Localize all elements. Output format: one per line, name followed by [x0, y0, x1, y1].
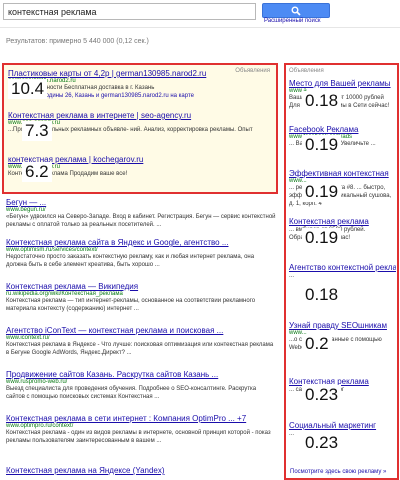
result-title-link[interactable]: Контекстная реклама — Википедия — [6, 282, 276, 291]
result-title-link[interactable]: Контекстная реклама сайта в Яндекс и Goo… — [6, 238, 276, 247]
result-item: Контекстная реклама — Википедия ru.wikip… — [6, 282, 276, 313]
right-ad-title-link[interactable]: Место для Вашей рекламы — [289, 79, 396, 88]
ad-score-badge: 0.19 — [302, 182, 342, 202]
right-ad-title-link[interactable]: Контекстная реклама — [289, 217, 396, 226]
result-title-link[interactable]: Продвижение сайтов Казань. Раскрутка сай… — [6, 370, 276, 379]
right-ad-title-link[interactable]: Узнай правду SEOшникам — [289, 321, 396, 330]
ad-score-badge: 0.19 — [302, 135, 342, 155]
result-snippet: Выезд специалиста для проведения обучени… — [6, 386, 257, 400]
result-item: Бегун — ... www.begun.ru/ «Бегун» удвоил… — [6, 198, 276, 229]
ad-score-badge: 7.3 — [22, 121, 52, 141]
right-ad-title-link[interactable]: Агентство контекстной рекламы — [289, 263, 396, 272]
result-item: Агентство iConText — контекстная реклама… — [6, 326, 276, 357]
result-title-link[interactable]: Контекстная реклама на Яндексе (Yandex) — [6, 466, 276, 475]
result-snippet: «Бегун» удвоился на Северо-Западе. Вход … — [6, 214, 276, 228]
search-icon — [291, 6, 301, 16]
search-input[interactable] — [3, 3, 256, 20]
right-ad-item: Агентство контекстной рекламы ... — [289, 263, 396, 280]
ad-score-badge: 0.2 — [302, 334, 332, 354]
ad-score-badge: 0.18 — [302, 91, 342, 111]
right-ads-block: Объявления Место для Вашей рекламы www.a… — [284, 63, 399, 480]
right-ads-label: Объявления — [289, 68, 324, 74]
ad-score-badge: 0.19 — [302, 228, 342, 248]
ad-snippet: ...любой сложности Бесплатная доставка в… — [8, 85, 155, 91]
ad-score-badge: 0.18 — [302, 285, 342, 305]
ad-score-badge: 10.4 — [8, 79, 48, 99]
result-title-link[interactable]: Бегун — ... — [6, 198, 276, 207]
result-title-link[interactable]: Контекстная реклама в сети интернет : Ко… — [6, 414, 276, 423]
top-ads-block: Объявления Пластиковые карты от 4,2р | g… — [2, 63, 278, 194]
result-item: Контекстная реклама на Яндексе (Yandex) — [6, 466, 276, 475]
right-ad-title-link[interactable]: Эффективная контекстная — [289, 169, 396, 178]
result-item: Контекстная реклама сайта в Яндекс и Goo… — [6, 238, 276, 269]
top-ad-item: Пластиковые карты от 4,2р | german130985… — [8, 69, 270, 99]
result-item: Контекстная реклама в сети интернет : Ко… — [6, 414, 276, 445]
result-snippet: Контекстная реклама - один из видов рекл… — [6, 430, 271, 444]
search-button[interactable] — [262, 3, 330, 18]
right-ad-snippet: ... — [289, 273, 295, 279]
ad-map-link[interactable]: ✚ Показать Родины 26, Казань и german130… — [8, 92, 270, 99]
ad-score-badge: 0.23 — [302, 433, 342, 453]
ad-title-link[interactable]: Пластиковые карты от 4,2р | german130985… — [8, 69, 270, 78]
result-snippet: Контекстная реклама — тип интернет-рекла… — [6, 298, 256, 312]
ad-title-link[interactable]: Контекстная реклама в интернете | seo-ag… — [8, 111, 270, 120]
header-divider — [0, 27, 400, 28]
right-ad-title-link[interactable]: Facebook Реклама — [289, 125, 396, 134]
right-ad-title-link[interactable]: Социальный маркетинг — [289, 421, 396, 430]
advanced-search-link[interactable]: Расширенный поиск — [264, 18, 321, 24]
ad-score-badge: 0.23 — [302, 385, 342, 405]
result-item: Продвижение сайтов Казань. Раскрутка сай… — [6, 370, 276, 401]
ad-score-badge: 6.2 — [22, 162, 52, 182]
result-snippet: Недостаточно просто заказать контекстную… — [6, 254, 255, 268]
result-title-link[interactable]: Агентство iConText — контекстная реклама… — [6, 326, 276, 335]
result-stats: Результатов: примерно 5 440 000 (0,12 се… — [6, 38, 149, 45]
result-snippet: Контекстная реклама в Яндексе - Что лучш… — [6, 342, 274, 356]
see-your-ad-link[interactable]: Посмотрите здесь свою рекламу » — [290, 469, 386, 475]
